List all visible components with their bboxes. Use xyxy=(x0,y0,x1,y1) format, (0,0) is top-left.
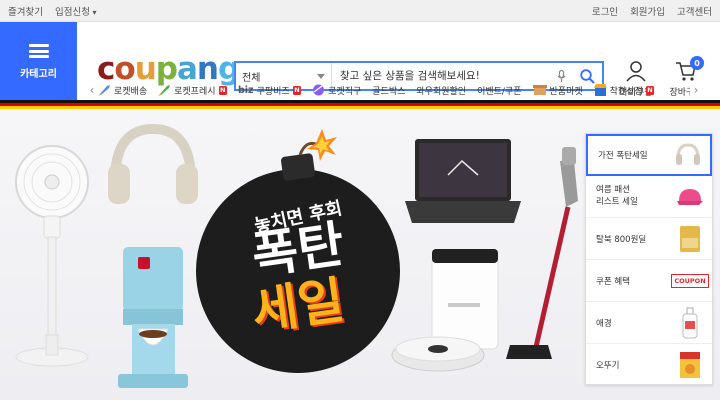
customer-center-link[interactable]: 고객센터 xyxy=(677,4,712,18)
category-nav: ‹ 로켓배송 로켓프레시 N biz 쿠팡비즈 N 로켓직구 골드박스 와우회원… xyxy=(86,80,716,100)
nav-item-label: 로켓프레시 xyxy=(174,86,216,97)
flag-stripe xyxy=(0,100,720,109)
headphones-image xyxy=(108,123,198,204)
signup-link[interactable]: 회원가입 xyxy=(630,4,665,18)
chevron-down-icon xyxy=(317,73,325,79)
nav-item-goldbox[interactable]: 골드박스 xyxy=(372,84,405,97)
user-icon xyxy=(626,61,646,82)
side-item-appliance-sale[interactable]: 가전 폭탄세일 xyxy=(586,134,712,176)
side-item-label: 탈북 800원딜 xyxy=(596,234,647,245)
desk-fan-image xyxy=(15,145,89,367)
stick-vacuum-image xyxy=(506,147,578,359)
nav-item-coupang-biz[interactable]: biz 쿠팡비즈 N xyxy=(237,84,302,97)
side-item-800-deal[interactable]: 탈북 800원딜 xyxy=(586,218,712,260)
cart-count-badge: 0 xyxy=(690,56,704,70)
login-link[interactable]: 로그인 xyxy=(592,4,618,18)
coffee-machine-image xyxy=(118,247,188,388)
food-box-icon xyxy=(680,352,700,378)
robot-vacuum-image xyxy=(391,249,499,372)
side-item-label: 오뚜기 xyxy=(596,361,620,371)
biz-icon: biz xyxy=(237,84,254,96)
category-menu-button[interactable]: 카테고리 xyxy=(0,22,77,102)
rocket-fresh-icon xyxy=(158,85,171,96)
globe-icon xyxy=(313,84,325,96)
new-badge: N xyxy=(292,85,302,95)
side-item-label: 여름 패션 리스트 세일 xyxy=(596,185,638,207)
nav-prev-icon[interactable]: ‹ xyxy=(86,83,98,97)
shop-icon xyxy=(593,84,607,96)
coupon-tag: COUPON xyxy=(671,273,709,288)
side-item-summer-fashion[interactable]: 여름 패션 리스트 세일 xyxy=(586,176,712,218)
seller-apply-link[interactable]: 입점신청 xyxy=(55,4,97,18)
nav-item-return-market[interactable]: 반품마켓 xyxy=(532,84,583,97)
nav-item-label: 로켓직구 xyxy=(328,86,362,97)
side-item-label: 애경 xyxy=(596,318,612,329)
nav-item-rocket-delivery[interactable]: 로켓배송 xyxy=(98,84,147,97)
side-item-ottogi[interactable]: 오뚜기 xyxy=(586,344,712,386)
promo-side-list: 가전 폭탄세일 여름 패션 리스트 세일 탈북 800원딜 쿠폰 혜택 COUP… xyxy=(585,133,713,385)
nav-item-good-shop[interactable]: 착한상점 N xyxy=(593,84,655,97)
nav-item-rocket-global[interactable]: 로켓직구 xyxy=(312,84,361,97)
new-badge: N xyxy=(645,85,655,95)
headphones-icon xyxy=(676,143,700,165)
bottle-icon xyxy=(682,307,698,338)
nav-next-icon[interactable]: › xyxy=(690,83,702,97)
side-item-aekyung[interactable]: 애경 xyxy=(586,302,712,344)
nav-item-events-coupons[interactable]: 이벤트/쿠폰 xyxy=(477,84,521,97)
nav-item-label: 와우회원할인 xyxy=(416,86,467,97)
side-item-coupon-benefit[interactable]: 쿠폰 혜택 COUPON xyxy=(586,260,712,302)
nav-item-label: 이벤트/쿠폰 xyxy=(477,86,522,97)
rocket-icon xyxy=(98,85,110,96)
nav-item-rocket-fresh[interactable]: 로켓프레시 N xyxy=(158,84,227,97)
top-utility-bar: 즐겨찾기 입점신청 로그인 회원가입 고객센터 xyxy=(0,0,720,22)
box-icon xyxy=(532,85,547,95)
coupon-icon: COUPON xyxy=(671,264,709,298)
nav-item-label: 쿠팡비즈 xyxy=(256,86,290,97)
side-item-label: 쿠폰 혜택 xyxy=(596,276,630,287)
favorites-link[interactable]: 즐겨찾기 xyxy=(8,4,43,18)
nav-item-label: 골드박스 xyxy=(372,86,406,97)
snack-icon xyxy=(680,225,700,252)
nav-item-label: 착한상점 xyxy=(609,86,643,97)
new-badge: N xyxy=(218,85,227,95)
category-label: 카테고리 xyxy=(20,69,57,80)
nav-item-label: 반품마켓 xyxy=(549,86,583,97)
cap-icon xyxy=(677,188,703,205)
laptop-image xyxy=(405,139,521,223)
nav-item-wow-discount[interactable]: 와우회원할인 xyxy=(416,84,466,97)
nav-item-label: 로켓배송 xyxy=(114,86,148,97)
side-item-label: 가전 폭탄세일 xyxy=(598,151,648,161)
hamburger-icon xyxy=(28,44,49,58)
